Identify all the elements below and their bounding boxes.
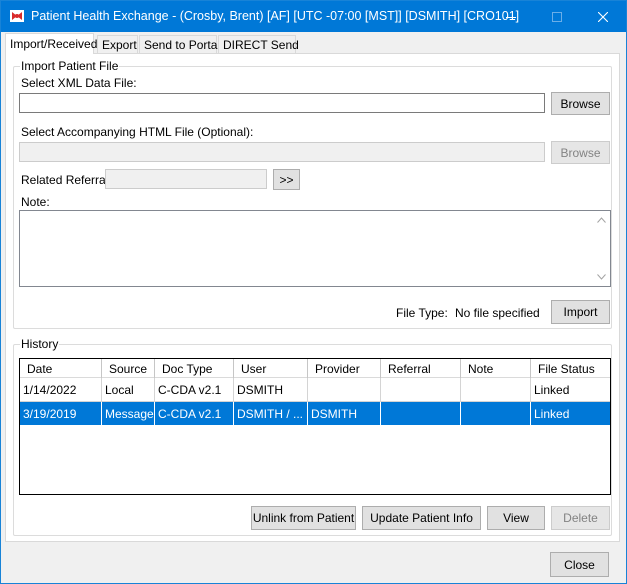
xml-file-input[interactable] xyxy=(19,93,545,113)
main-window: Patient Health Exchange - (Crosby, Brent… xyxy=(0,0,627,584)
cell-provider xyxy=(308,378,381,402)
column-header-user[interactable]: User xyxy=(234,359,308,378)
import-button[interactable]: Import xyxy=(551,300,610,324)
minimize-button[interactable] xyxy=(488,1,534,32)
scroll-down-arrow-icon xyxy=(597,274,606,280)
cell-file-status: Linked xyxy=(531,378,610,402)
maximize-icon xyxy=(552,11,562,22)
column-header-source[interactable]: Source xyxy=(102,359,155,378)
unlink-from-patient-button[interactable]: Unlink from Patient xyxy=(251,506,356,530)
note-textarea[interactable] xyxy=(19,210,611,287)
tab-page-import-received: Import Patient File Select XML Data File… xyxy=(5,53,620,542)
cell-source: Message xyxy=(102,402,155,426)
html-file-label: Select Accompanying HTML File (Optional)… xyxy=(21,125,254,139)
cell-note xyxy=(461,402,531,426)
cell-user: DSMITH xyxy=(234,378,308,402)
close-button[interactable]: Close xyxy=(550,552,609,577)
tab-direct-send[interactable]: DIRECT Send xyxy=(218,35,299,53)
column-header-note[interactable]: Note xyxy=(461,359,531,378)
cell-note xyxy=(461,378,531,402)
note-scrollbar[interactable] xyxy=(593,211,610,286)
title-bar[interactable]: Patient Health Exchange - (Crosby, Brent… xyxy=(1,1,626,32)
maximize-button[interactable] xyxy=(534,1,580,32)
related-referral-label: Related Referral: xyxy=(21,173,112,187)
app-icon xyxy=(9,8,25,24)
table-row[interactable]: 1/14/2022 Local C-CDA v2.1 DSMITH Linked xyxy=(20,378,610,402)
import-group-title: Import Patient File xyxy=(20,59,120,73)
tab-import-received[interactable]: Import/Received xyxy=(5,33,97,54)
cell-user: DSMITH / ... xyxy=(234,402,308,426)
browse-xml-button[interactable]: Browse xyxy=(551,92,610,115)
cell-source: Local xyxy=(102,378,155,402)
file-type-value: No file specified xyxy=(455,306,540,320)
close-icon xyxy=(598,11,608,22)
history-grid[interactable]: Date Source Doc Type User Provider Refer… xyxy=(19,358,611,495)
cell-doc-type: C-CDA v2.1 xyxy=(155,378,234,402)
html-file-input[interactable] xyxy=(19,142,545,162)
update-patient-info-button[interactable]: Update Patient Info xyxy=(362,506,481,530)
delete-button[interactable]: Delete xyxy=(551,506,610,530)
window-title: Patient Health Exchange - (Crosby, Brent… xyxy=(31,9,520,23)
cell-provider: DSMITH xyxy=(308,402,381,426)
tab-export[interactable]: Export xyxy=(97,35,138,53)
file-type-label: File Type: xyxy=(396,306,448,320)
minimize-icon xyxy=(506,16,516,18)
column-header-file-status[interactable]: File Status xyxy=(531,359,610,378)
tab-send-to-portal[interactable]: Send to Portal xyxy=(139,35,220,53)
import-patient-file-group: Import Patient File Select XML Data File… xyxy=(13,59,612,329)
xml-file-label: Select XML Data File: xyxy=(21,76,137,90)
referral-lookup-button[interactable]: >> xyxy=(273,169,300,190)
close-window-button[interactable] xyxy=(580,1,626,32)
column-header-provider[interactable]: Provider xyxy=(308,359,381,378)
cell-file-status: Linked xyxy=(531,402,610,426)
history-group: History Date Source Doc Type User Provid… xyxy=(13,337,612,536)
column-header-date[interactable]: Date xyxy=(20,359,102,378)
column-header-referral[interactable]: Referral xyxy=(381,359,461,378)
note-label: Note: xyxy=(21,195,50,209)
table-row-selected[interactable]: 3/19/2019 Message C-CDA v2.1 DSMITH / ..… xyxy=(20,402,610,426)
scroll-up-arrow-icon xyxy=(597,217,606,223)
column-header-doc-type[interactable]: Doc Type xyxy=(155,359,234,378)
cell-date: 3/19/2019 xyxy=(20,402,102,426)
history-grid-header: Date Source Doc Type User Provider Refer… xyxy=(20,359,610,378)
related-referral-input[interactable] xyxy=(105,169,267,189)
history-group-title: History xyxy=(20,337,60,351)
cell-referral xyxy=(381,402,461,426)
cell-doc-type: C-CDA v2.1 xyxy=(155,402,234,426)
cell-referral xyxy=(381,378,461,402)
view-button[interactable]: View xyxy=(487,506,545,530)
browse-html-button[interactable]: Browse xyxy=(551,141,610,164)
cell-date: 1/14/2022 xyxy=(20,378,102,402)
